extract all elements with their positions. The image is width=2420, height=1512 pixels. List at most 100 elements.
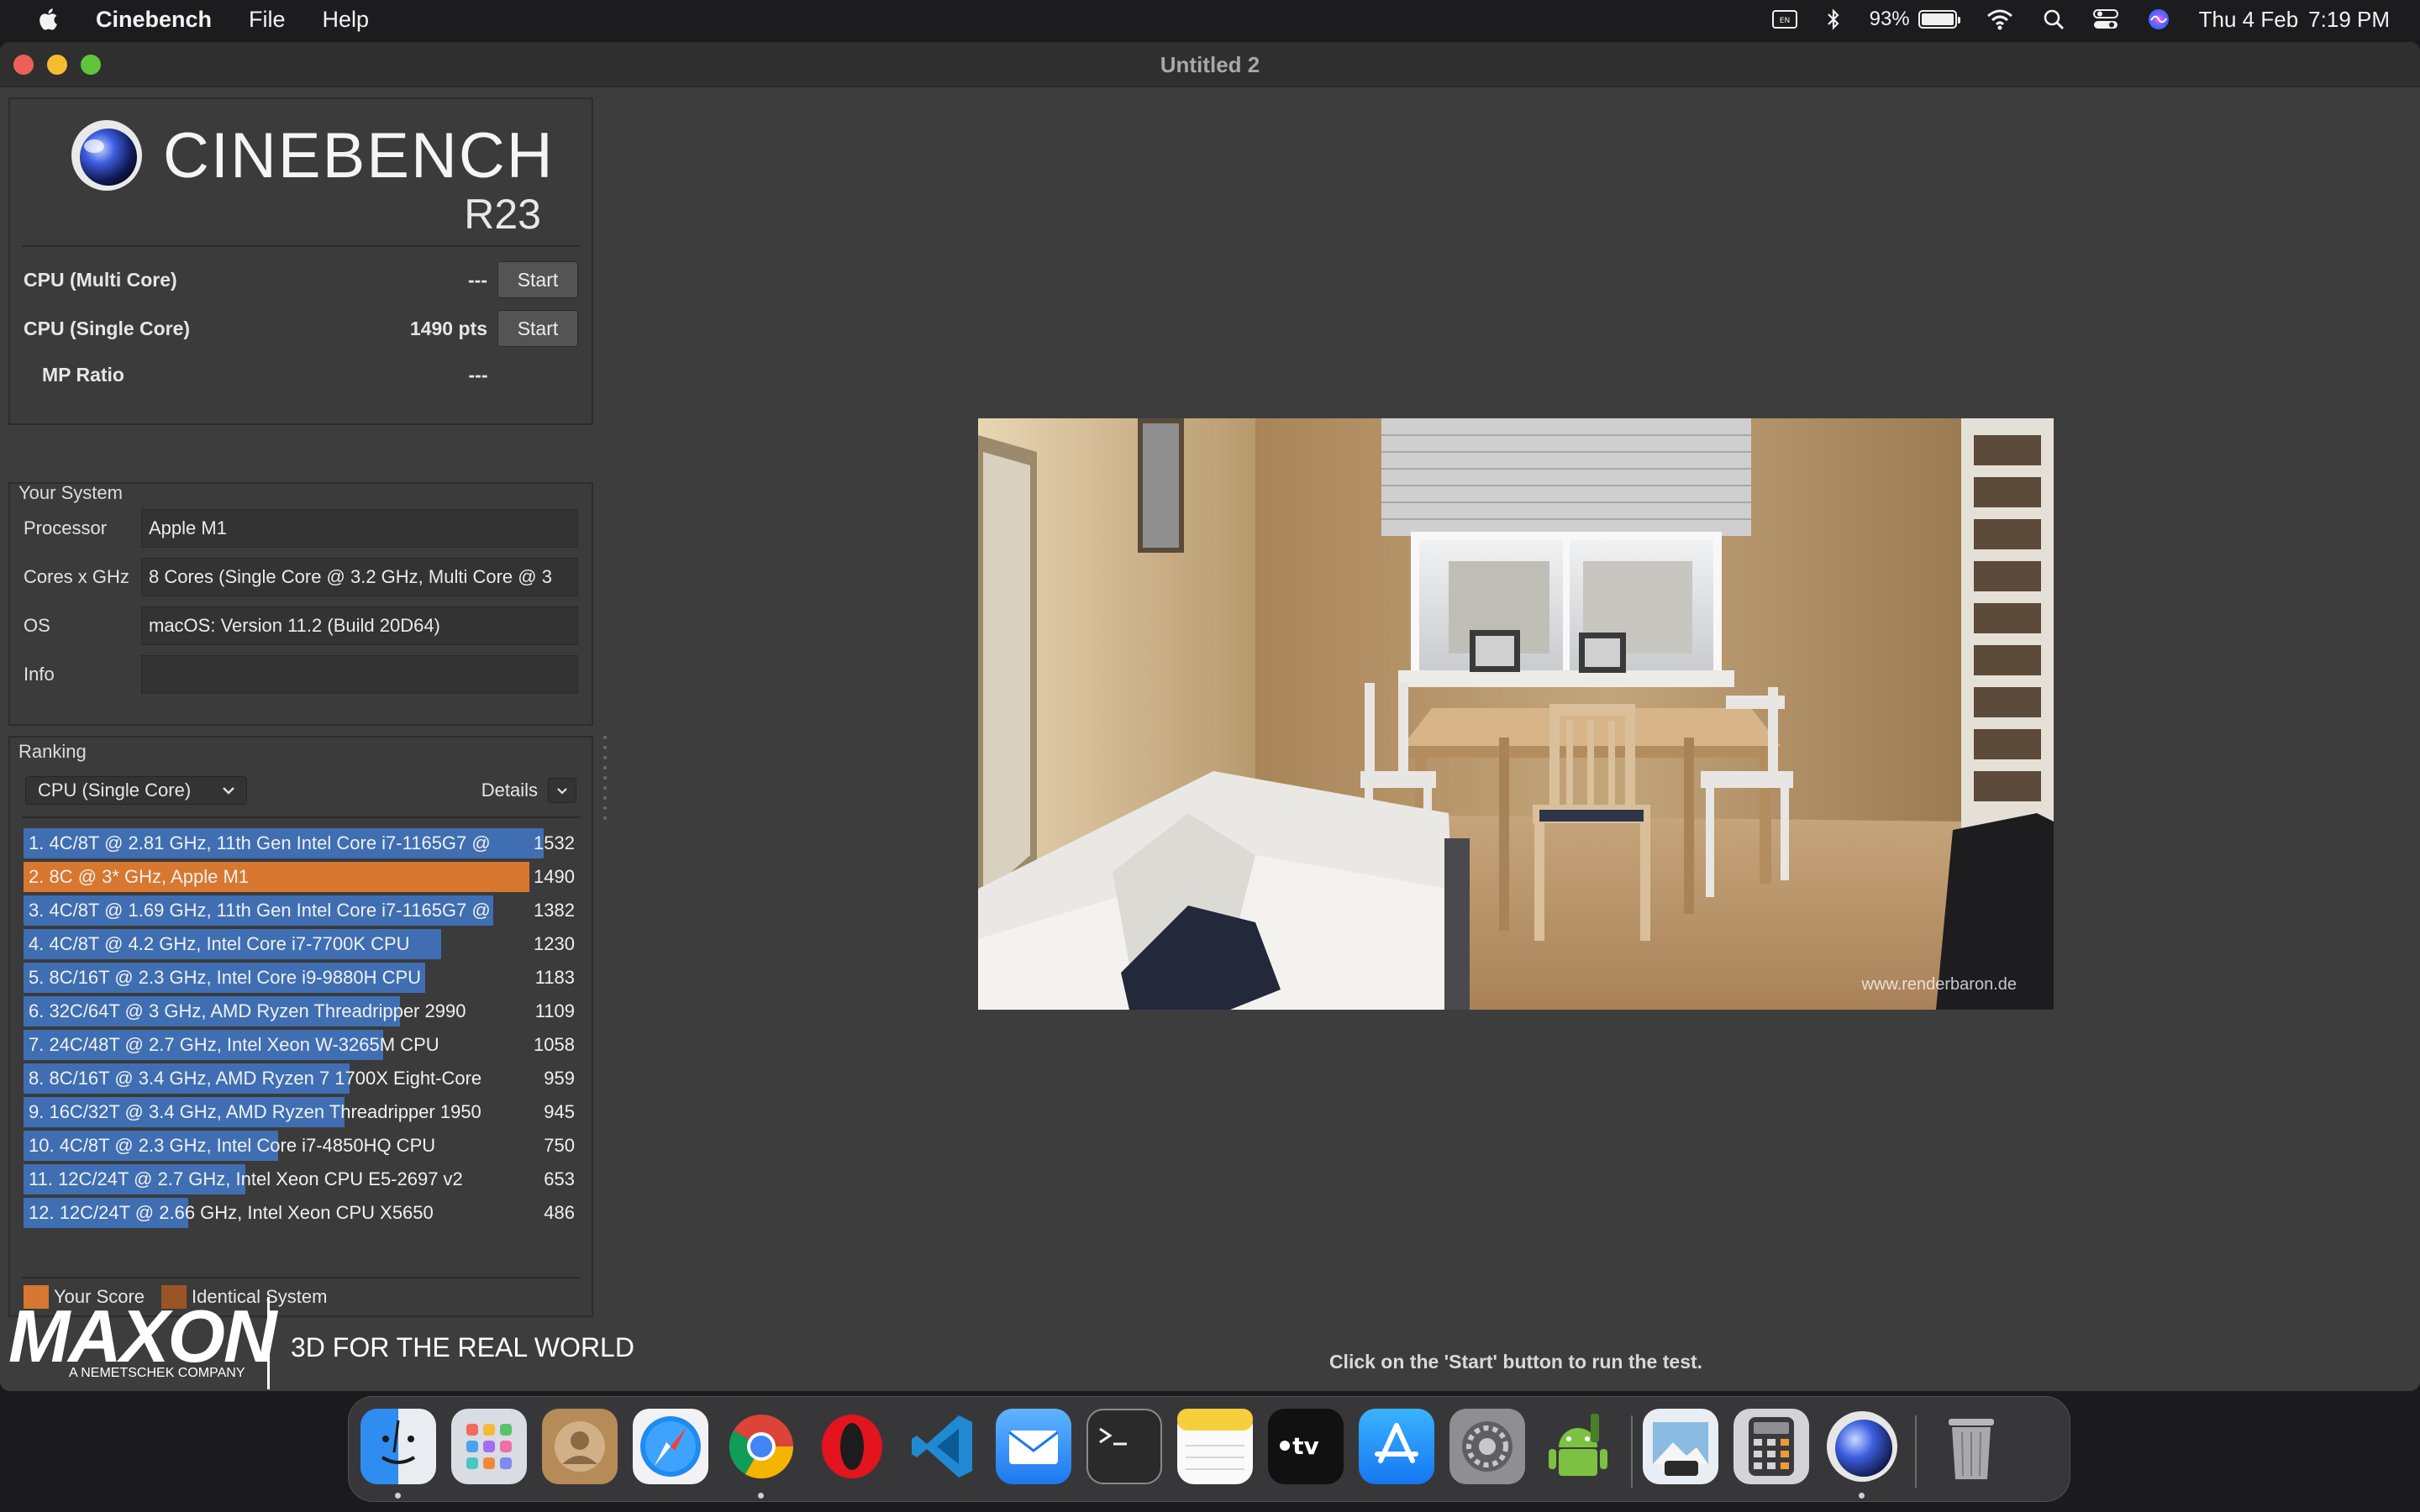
- spotlight-search-icon[interactable]: [2043, 8, 2065, 30]
- system-row-os: OS macOS: Version 11.2 (Build 20D64): [24, 606, 578, 645]
- cinebench-logo: CINEBENCH: [69, 118, 555, 193]
- terminal-icon[interactable]: [1086, 1409, 1162, 1484]
- ranking-item-label: 5. 8C/16T @ 2.3 GHz, Intel Core i9-9880H…: [29, 967, 422, 988]
- bluetooth-icon[interactable]: [1826, 8, 1841, 31]
- ranking-title: Ranking: [18, 741, 87, 762]
- ranking-list: 1. 4C/8T @ 2.81 GHz, 11th Gen Intel Core…: [24, 827, 583, 1230]
- calculator-icon[interactable]: [1733, 1409, 1809, 1484]
- clock-time[interactable]: 7:19 PM: [2308, 7, 2390, 33]
- apple-menu-icon[interactable]: [37, 7, 62, 32]
- mp-ratio-score: ---: [468, 363, 488, 386]
- launchpad-icon[interactable]: [451, 1409, 527, 1484]
- single-core-score: 1490 pts: [409, 317, 487, 339]
- chrome-icon[interactable]: [723, 1409, 799, 1484]
- chevron-down-icon: [223, 787, 234, 795]
- your-system-title: Your System: [18, 482, 123, 503]
- render-watermark: www.renderbaron.de: [1861, 975, 2017, 994]
- mail-icon[interactable]: [996, 1409, 1071, 1484]
- ranking-item[interactable]: 3. 4C/8T @ 1.69 GHz, 11th Gen Intel Core…: [24, 894, 583, 927]
- ranking-item-score: 750: [544, 1135, 575, 1156]
- maxon-tagline: 3D FOR THE REAL WORLD: [291, 1332, 634, 1362]
- ranking-item[interactable]: 12. 12C/24T @ 2.66 GHz, Intel Xeon CPU X…: [24, 1196, 583, 1230]
- cores-label: Cores x GHz: [24, 566, 129, 587]
- apple-tv-icon[interactable]: tv: [1268, 1409, 1344, 1484]
- cores-field[interactable]: 8 Cores (Single Core @ 3.2 GHz, Multi Co…: [141, 558, 578, 596]
- app-menu[interactable]: Cinebench: [96, 7, 212, 33]
- cinebench-window: Untitled 2 CINEBENCH R23 CPU (Multi Core…: [0, 42, 2420, 1391]
- keyboard-input-icon[interactable]: EN: [1771, 9, 1797, 29]
- opera-icon[interactable]: [814, 1409, 890, 1484]
- bench-row-single: CPU (Single Core) 1490 pts Start: [24, 309, 578, 348]
- maxon-subtitle: A NEMETSCHEK COMPANY: [69, 1366, 245, 1380]
- menu-file[interactable]: File: [249, 7, 286, 33]
- ranking-item-score: 1490: [534, 866, 575, 887]
- ranking-item[interactable]: 10. 4C/8T @ 2.3 GHz, Intel Core i7-4850H…: [24, 1129, 583, 1163]
- running-indicator: [1859, 1493, 1865, 1499]
- menu-help[interactable]: Help: [323, 7, 370, 33]
- ranking-type-dropdown[interactable]: CPU (Single Core): [25, 776, 247, 805]
- notes-icon[interactable]: [1177, 1409, 1253, 1484]
- ranking-item[interactable]: 6. 32C/64T @ 3 GHz, AMD Ryzen Threadripp…: [24, 995, 583, 1028]
- ranking-item-label: 4. 4C/8T @ 4.2 GHz, Intel Core i7-7700K …: [29, 933, 410, 954]
- ranking-item-score: 1532: [534, 832, 575, 853]
- contacts-icon[interactable]: [542, 1409, 618, 1484]
- details-toggle-button[interactable]: [548, 778, 576, 803]
- ranking-item[interactable]: 7. 24C/48T @ 2.7 GHz, Intel Xeon W-3265M…: [24, 1028, 583, 1062]
- clock-date[interactable]: Thu 4 Feb: [2199, 7, 2299, 33]
- ranking-item-score: 1230: [534, 933, 575, 954]
- cinebench-dock-icon[interactable]: [1824, 1409, 1900, 1484]
- wifi-icon[interactable]: [1986, 8, 2014, 30]
- safari-icon[interactable]: [633, 1409, 708, 1484]
- ranking-panel: Ranking CPU (Single Core) Details 1. 4C/…: [8, 736, 593, 1317]
- room-render-image: [978, 418, 2054, 1010]
- system-preferences-icon[interactable]: [1449, 1409, 1525, 1484]
- details-label[interactable]: Details: [481, 780, 538, 801]
- control-center-icon[interactable]: [2092, 8, 2118, 30]
- app-store-icon[interactable]: [1359, 1409, 1434, 1484]
- divider: [22, 245, 580, 247]
- system-row-processor: Processor Apple M1: [24, 509, 578, 548]
- ranking-item[interactable]: 5. 8C/16T @ 2.3 GHz, Intel Core i9-9880H…: [24, 961, 583, 995]
- ranking-item-score: 1382: [534, 900, 575, 921]
- system-row-cores: Cores x GHz 8 Cores (Single Core @ 3.2 G…: [24, 558, 578, 596]
- ranking-item[interactable]: 9. 16C/32T @ 3.4 GHz, AMD Ryzen Threadri…: [24, 1095, 583, 1129]
- siri-icon[interactable]: [2147, 8, 2170, 31]
- ranking-item-label: 6. 32C/64T @ 3 GHz, AMD Ryzen Threadripp…: [29, 1000, 466, 1021]
- ranking-item[interactable]: 8. 8C/16T @ 3.4 GHz, AMD Ryzen 7 1700X E…: [24, 1062, 583, 1095]
- dock-separator: [1915, 1415, 1917, 1488]
- running-indicator: [758, 1493, 764, 1499]
- finder-icon[interactable]: [360, 1409, 436, 1484]
- processor-field[interactable]: Apple M1: [141, 509, 578, 548]
- title-bar[interactable]: Untitled 2: [0, 42, 2420, 87]
- mp-ratio-row: MP Ratio ---: [42, 358, 578, 391]
- bench-row-multi: CPU (Multi Core) --- Start: [24, 260, 578, 299]
- battery-indicator[interactable]: 93%: [1869, 8, 1960, 31]
- dock: tv: [348, 1396, 2070, 1502]
- android-studio-icon[interactable]: [1540, 1409, 1616, 1484]
- ranking-item[interactable]: 1. 4C/8T @ 2.81 GHz, 11th Gen Intel Core…: [24, 827, 583, 860]
- single-core-label: CPU (Single Core): [24, 317, 191, 339]
- trash-icon[interactable]: [1933, 1409, 2009, 1484]
- ranking-item[interactable]: 4. 4C/8T @ 4.2 GHz, Intel Core i7-7700K …: [24, 927, 583, 961]
- battery-percent: 93%: [1869, 8, 1910, 30]
- system-row-info: Info: [24, 655, 578, 694]
- ranking-item[interactable]: 11. 12C/24T @ 2.7 GHz, Intel Xeon CPU E5…: [24, 1163, 583, 1196]
- os-field[interactable]: macOS: Version 11.2 (Build 20D64): [141, 606, 578, 645]
- preview-icon[interactable]: [1643, 1409, 1718, 1484]
- ranking-item-score: 1183: [534, 967, 575, 988]
- ranking-item-score: 945: [544, 1101, 575, 1122]
- battery-icon: [1918, 10, 1960, 29]
- ranking-type-value: CPU (Single Core): [38, 780, 192, 801]
- vscode-icon[interactable]: [905, 1409, 981, 1484]
- multi-core-start-button[interactable]: Start: [497, 261, 578, 298]
- running-indicator: [395, 1493, 401, 1499]
- ranking-item-score: 959: [544, 1068, 575, 1089]
- info-field[interactable]: [141, 655, 578, 694]
- ranking-item[interactable]: 2. 8C @ 3* GHz, Apple M1 1490: [24, 860, 583, 894]
- ranking-item-label: 3. 4C/8T @ 1.69 GHz, 11th Gen Intel Core…: [29, 900, 491, 921]
- benchmark-panel: CINEBENCH R23 CPU (Multi Core) --- Start…: [8, 97, 593, 425]
- panel-resize-handle[interactable]: [603, 736, 608, 828]
- multi-core-score: ---: [468, 268, 487, 291]
- single-core-start-button[interactable]: Start: [497, 310, 578, 347]
- svg-text:EN: EN: [1779, 17, 1789, 25]
